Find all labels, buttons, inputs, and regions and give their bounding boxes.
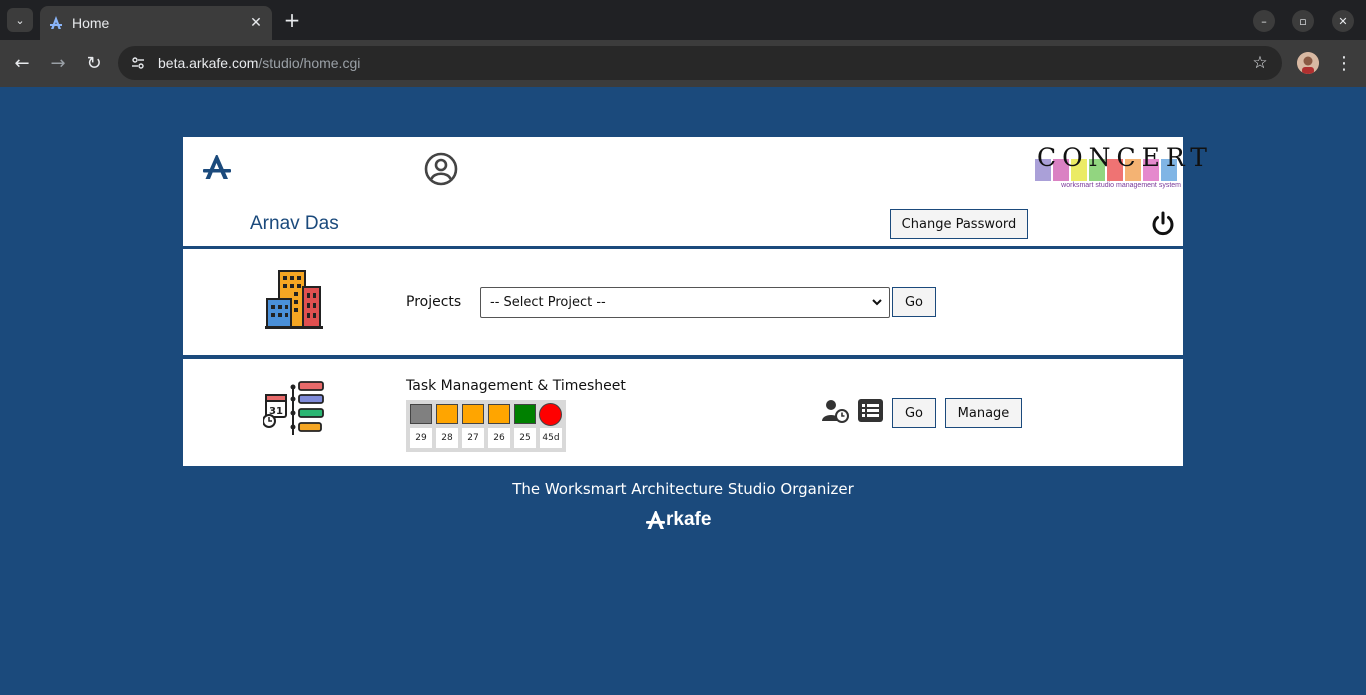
project-select[interactable]: -- Select Project -- bbox=[480, 287, 890, 318]
power-icon[interactable] bbox=[1151, 211, 1175, 237]
chevron-down-icon bbox=[871, 296, 883, 311]
task-timeline-icon: 31 bbox=[262, 381, 325, 439]
reload-icon[interactable]: ↻ bbox=[82, 51, 106, 75]
back-arrow-icon[interactable]: ← bbox=[10, 51, 34, 75]
task-management-title: Task Management & Timesheet bbox=[406, 378, 626, 394]
status-square-25[interactable] bbox=[514, 404, 536, 424]
tab-title: Home bbox=[72, 15, 110, 31]
browser-tabstrip: ⌄ Home ✕ + – ▫ ✕ bbox=[0, 0, 1366, 40]
user-clock-icon[interactable] bbox=[822, 399, 849, 423]
status-square-28[interactable] bbox=[436, 404, 458, 424]
footer-tagline: The Worksmart Architecture Studio Organi… bbox=[512, 480, 854, 498]
arkafe-favicon-icon bbox=[48, 15, 64, 31]
day-label: 28 bbox=[436, 428, 458, 448]
projects-label: Projects bbox=[406, 294, 462, 310]
buildings-icon bbox=[265, 269, 323, 331]
arkafe-logo-icon bbox=[646, 511, 665, 529]
browser-menu-icon[interactable]: ⋮ bbox=[1334, 51, 1354, 75]
day-label: 25 bbox=[514, 428, 536, 448]
status-square-26[interactable] bbox=[488, 404, 510, 424]
day-label: 29 bbox=[410, 428, 432, 448]
url-text: beta.arkafe.com/studio/home.cgi bbox=[158, 55, 361, 71]
tab-search-button[interactable]: ⌄ bbox=[7, 8, 33, 32]
minimize-button[interactable]: – bbox=[1253, 10, 1275, 32]
day-label: 26 bbox=[488, 428, 510, 448]
close-window-button[interactable]: ✕ bbox=[1332, 10, 1354, 32]
user-name: Arnav Das bbox=[250, 213, 339, 234]
task-management-panel: 31 Task Management & Timesheet 29 28 27 … bbox=[183, 359, 1183, 466]
concert-logo: CONCERT worksmart studio management syst… bbox=[1033, 143, 1213, 191]
tasks-go-button[interactable]: Go bbox=[892, 398, 936, 428]
address-bar[interactable]: beta.arkafe.com/studio/home.cgi ☆ bbox=[118, 46, 1282, 80]
manage-button[interactable]: Manage bbox=[945, 398, 1022, 428]
timesheet-status-strip: 29 28 27 26 25 45d bbox=[406, 400, 566, 452]
site-info-icon[interactable] bbox=[128, 53, 148, 73]
restore-button[interactable]: ▫ bbox=[1292, 10, 1314, 32]
concert-logo-subtitle: worksmart studio management system bbox=[1061, 182, 1181, 189]
arkafe-logo-icon[interactable] bbox=[202, 152, 232, 182]
status-square-27[interactable] bbox=[462, 404, 484, 424]
browser-toolbar: ← → ↻ beta.arkafe.com/studio/home.cgi ☆ … bbox=[0, 40, 1366, 87]
list-icon[interactable] bbox=[858, 399, 883, 422]
tab-close-icon[interactable]: ✕ bbox=[246, 13, 266, 33]
forward-arrow-icon[interactable]: → bbox=[46, 51, 70, 75]
footer-brand-text: rkafe bbox=[666, 509, 712, 530]
status-circle-45d[interactable] bbox=[539, 403, 562, 426]
profile-avatar[interactable] bbox=[1297, 52, 1319, 74]
user-profile-icon[interactable] bbox=[424, 152, 458, 186]
projects-go-button[interactable]: Go bbox=[892, 287, 936, 317]
user-header-panel: CONCERT worksmart studio management syst… bbox=[183, 137, 1213, 246]
concert-logo-text: CONCERT bbox=[1037, 143, 1213, 172]
project-select-value: -- Select Project -- bbox=[490, 295, 606, 310]
change-password-button[interactable]: Change Password bbox=[890, 209, 1028, 239]
browser-tab-home[interactable]: Home ✕ bbox=[40, 6, 272, 40]
bookmark-star-icon[interactable]: ☆ bbox=[1250, 53, 1270, 73]
day-label: 27 bbox=[462, 428, 484, 448]
day-label: 45d bbox=[540, 428, 562, 448]
projects-panel: Projects -- Select Project -- Go bbox=[183, 249, 1183, 355]
status-square-29[interactable] bbox=[410, 404, 432, 424]
new-tab-button[interactable]: + bbox=[280, 8, 304, 32]
footer-arkafe-logo[interactable]: rkafe bbox=[646, 508, 722, 532]
